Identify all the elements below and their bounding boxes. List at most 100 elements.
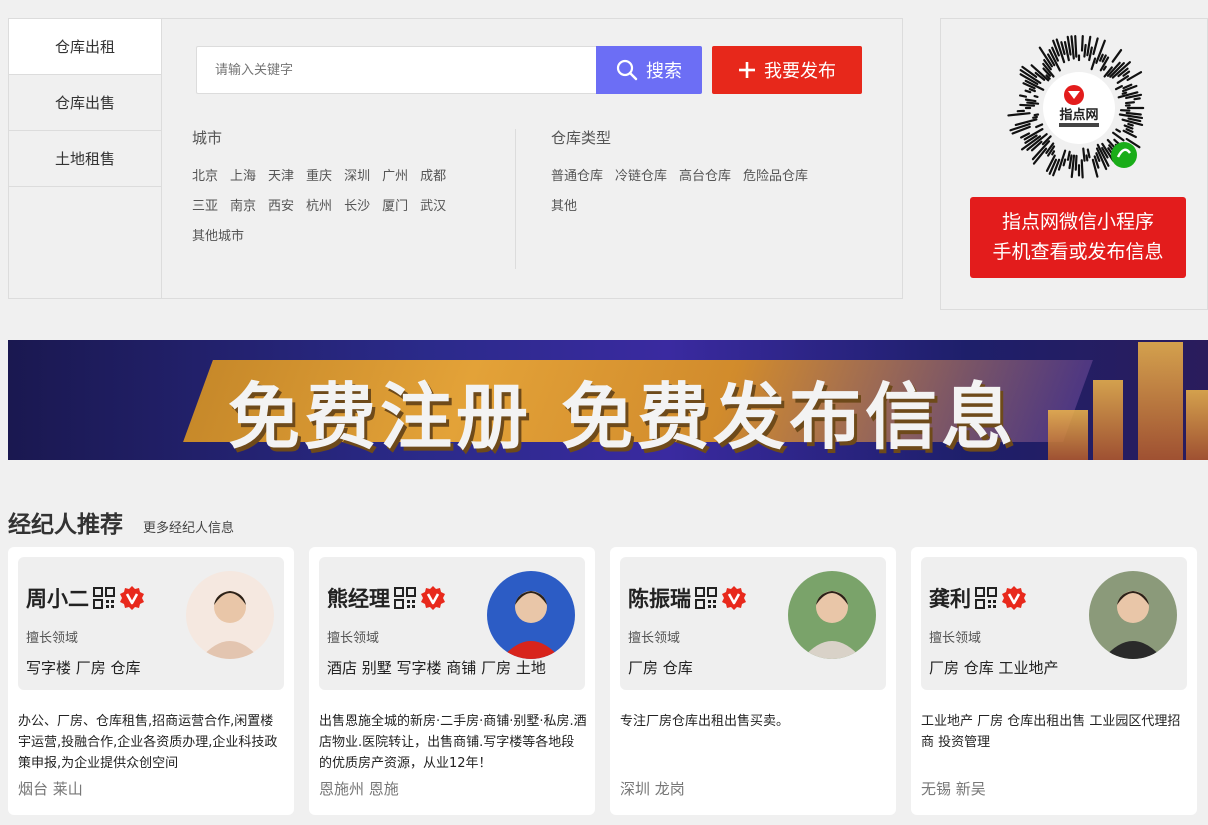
search-panel: 仓库出租 仓库出售 土地租售 搜索 我要发布 城市 北京上海天津重庆深圳广州成都…	[8, 18, 903, 299]
skill-tags: 写字楼 厂房 仓库	[26, 659, 141, 677]
agents-section-header: 经纪人推荐 更多经纪人信息	[8, 505, 234, 539]
banner-building	[1186, 390, 1208, 460]
mini-program-qr-code: 指点网	[1007, 34, 1145, 179]
city-filter-item[interactable]: 重庆	[306, 162, 332, 192]
qr-code-icon[interactable]	[975, 587, 997, 609]
city-filter-item[interactable]: 北京	[192, 162, 218, 192]
verified-badge-icon	[722, 586, 746, 610]
agent-name-row: 熊经理	[327, 583, 446, 613]
agent-name: 龚利	[929, 587, 971, 611]
agent-description: 专注厂房仓库出租出售买卖。	[620, 714, 790, 729]
type-filter-item[interactable]: 其他	[551, 192, 577, 222]
agent-card[interactable]: 龚利 擅长领域 厂房 仓库 工业地产 工业地产 厂房 仓库出租出售 工业园区代理…	[911, 547, 1197, 815]
agent-name-row: 陈振瑞	[628, 583, 747, 613]
verified-badge-icon	[421, 586, 445, 610]
city-filter-item[interactable]: 广州	[382, 162, 408, 192]
agent-description: 工业地产 厂房 仓库出租出售 工业园区代理招商 投资管理	[921, 714, 1181, 750]
agent-name: 熊经理	[327, 587, 390, 611]
agent-name: 陈振瑞	[628, 587, 691, 611]
agent-card[interactable]: 熊经理 擅长领域 酒店 别墅 写字楼 商铺 厂房 土地 出售恩施全城的新房·二手…	[309, 547, 595, 815]
agent-location: 恩施州 恩施	[319, 780, 399, 798]
skill-label: 擅长领域	[628, 631, 681, 646]
agent-avatar[interactable]	[186, 571, 274, 659]
type-filter: 仓库类型 普通仓库 冷链仓库 高台仓库 危险品仓库其他	[551, 127, 851, 222]
tab-land-lease[interactable]: 土地租售	[9, 131, 161, 187]
mini-program-button[interactable]: 指点网微信小程序 手机查看或发布信息	[970, 197, 1186, 278]
banner-building	[1093, 380, 1123, 460]
agent-card[interactable]: 陈振瑞 擅长领域 厂房 仓库 专注厂房仓库出租出售买卖。 深圳 龙岗	[610, 547, 896, 815]
skill-label: 擅长领域	[26, 631, 79, 646]
qr-logo-text: 指点网	[1059, 107, 1098, 123]
search-input[interactable]	[197, 47, 596, 93]
agent-avatar[interactable]	[788, 571, 876, 659]
search-icon	[616, 59, 638, 81]
city-filter-item[interactable]: 西安	[268, 192, 294, 222]
search-button-label: 搜索	[646, 61, 682, 82]
agent-description: 办公、厂房、仓库租售,招商运营合作,闲置楼宇运营,投融合作,企业各资质办理,企业…	[18, 714, 278, 771]
category-tabs: 仓库出租 仓库出售 土地租售	[9, 19, 162, 298]
agent-card-header: 陈振瑞 擅长领域 厂房 仓库	[620, 557, 886, 690]
city-filter-item[interactable]: 天津	[268, 162, 294, 192]
type-filter-item[interactable]: 普通仓库	[551, 162, 603, 192]
agent-card-header: 熊经理 擅长领域 酒店 别墅 写字楼 商铺 厂房 土地	[319, 557, 585, 690]
skill-tags: 厂房 仓库	[628, 659, 693, 677]
skill-label: 擅长领域	[327, 631, 380, 646]
type-filter-item[interactable]: 危险品仓库	[743, 162, 808, 192]
city-filter-item[interactable]: 成都	[420, 162, 446, 192]
banner-building	[1048, 410, 1088, 460]
banner-text: 免费注册 免费发布信息	[228, 375, 1018, 459]
filter-divider	[515, 129, 516, 269]
city-filter-item[interactable]: 厦门	[382, 192, 408, 222]
more-agents-link[interactable]: 更多经纪人信息	[143, 517, 234, 536]
verified-badge-icon	[1002, 586, 1026, 610]
city-filter-item[interactable]: 深圳	[344, 162, 370, 192]
skill-tags: 厂房 仓库 工业地产	[929, 659, 1059, 677]
type-list: 普通仓库 冷链仓库 高台仓库 危险品仓库其他	[551, 162, 851, 222]
register-banner[interactable]: 免费注册 免费发布信息	[8, 340, 1208, 460]
agent-name-row: 周小二	[26, 583, 145, 613]
city-filter-item[interactable]: 上海	[230, 162, 256, 192]
agent-card-header: 龚利 擅长领域 厂房 仓库 工业地产	[921, 557, 1187, 690]
agent-card-header: 周小二 擅长领域 写字楼 厂房 仓库	[18, 557, 284, 690]
city-filter-item[interactable]: 其他城市	[192, 222, 244, 252]
agent-name-row: 龚利	[929, 583, 1027, 613]
agent-location: 深圳 龙岗	[620, 780, 685, 798]
city-filter-item[interactable]: 武汉	[420, 192, 446, 222]
mini-program-line2: 手机查看或发布信息	[992, 241, 1164, 263]
qr-code-icon[interactable]	[394, 587, 416, 609]
qr-code-icon[interactable]	[93, 587, 115, 609]
city-filter-item[interactable]: 三亚	[192, 192, 218, 222]
city-filter-title: 城市	[192, 129, 223, 147]
qr-code-icon[interactable]	[695, 587, 717, 609]
city-filter: 城市 北京 上海 天津 重庆 深圳 广州 成都三亚 南京 西安 杭州 长沙 厦门 武汉其他城市	[192, 127, 492, 252]
plus-icon	[739, 62, 755, 78]
tab-warehouse-sale[interactable]: 仓库出售	[9, 75, 161, 131]
agent-name: 周小二	[26, 587, 89, 611]
banner-building	[1138, 342, 1183, 460]
agent-location: 烟台 莱山	[18, 780, 83, 798]
agent-card[interactable]: 周小二 擅长领域 写字楼 厂房 仓库 办公、厂房、仓库租售,招商运营合作,闲置楼…	[8, 547, 294, 815]
type-filter-item[interactable]: 冷链仓库	[615, 162, 667, 192]
publish-button[interactable]: 我要发布	[712, 46, 862, 94]
agent-avatar[interactable]	[1089, 571, 1177, 659]
agent-location: 无锡 新吴	[921, 780, 986, 798]
city-filter-item[interactable]: 长沙	[344, 192, 370, 222]
skill-tags: 酒店 别墅 写字楼 商铺 厂房 土地	[327, 659, 546, 677]
type-filter-title: 仓库类型	[551, 129, 612, 147]
logo-icon	[1064, 85, 1084, 105]
verified-badge-icon	[120, 586, 144, 610]
city-list: 北京 上海 天津 重庆 深圳 广州 成都三亚 南京 西安 杭州 长沙 厦门 武汉其他城市	[192, 162, 492, 252]
agents-section-title: 经纪人推荐	[8, 512, 123, 538]
type-filter-item[interactable]: 高台仓库	[679, 162, 731, 192]
city-filter-item[interactable]: 杭州	[306, 192, 332, 222]
mini-program-line1: 指点网微信小程序	[1001, 211, 1154, 233]
tab-warehouse-rent[interactable]: 仓库出租	[9, 19, 161, 75]
city-filter-item[interactable]: 南京	[230, 192, 256, 222]
search-box	[196, 46, 596, 94]
agent-description: 出售恩施全城的新房·二手房·商铺·别墅·私房.酒店物业.医院转让，出售商铺.写字…	[319, 714, 587, 771]
mini-program-panel: 指点网 指点网微信小程序 手机查看或发布信息	[940, 18, 1208, 310]
agent-avatar[interactable]	[487, 571, 575, 659]
publish-button-label: 我要发布	[764, 61, 836, 82]
skill-label: 擅长领域	[929, 631, 982, 646]
search-button[interactable]: 搜索	[596, 46, 702, 94]
